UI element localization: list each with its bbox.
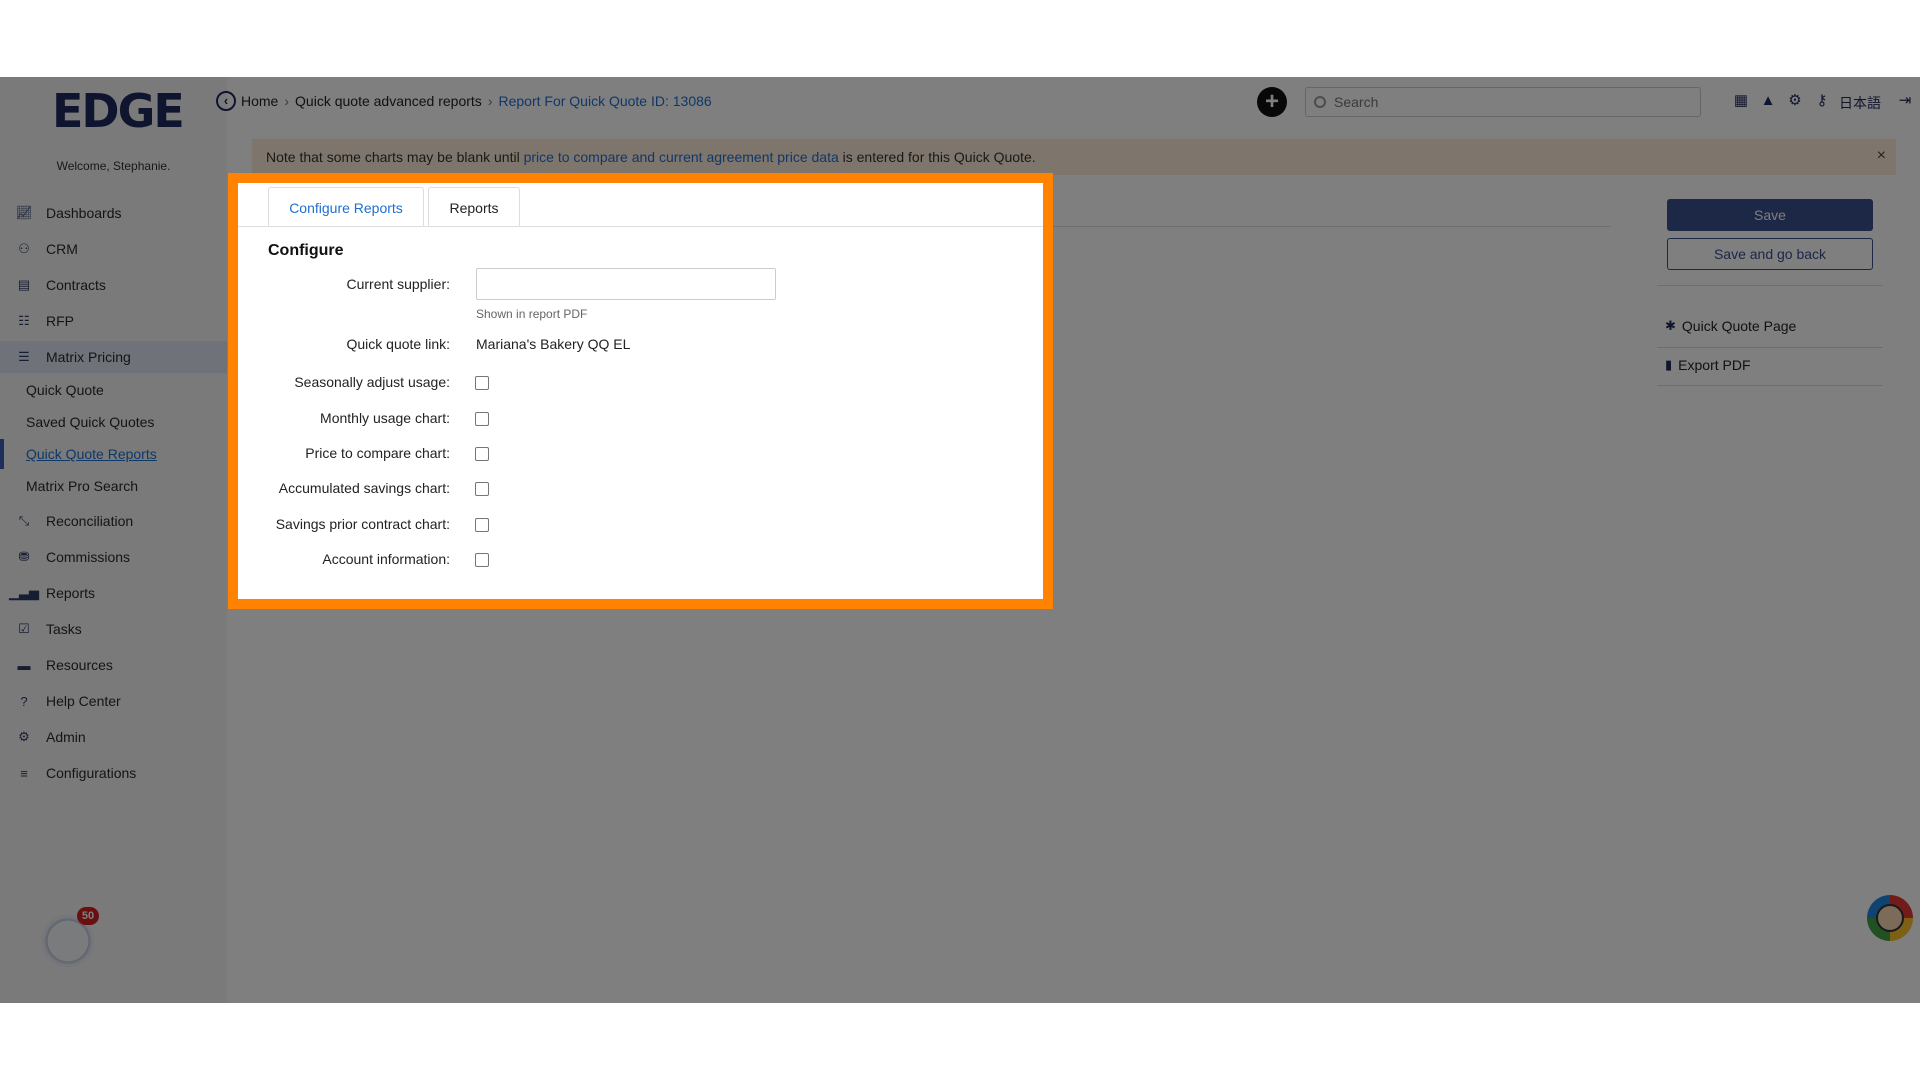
accumulated-savings-chart-checkbox[interactable] xyxy=(475,482,489,496)
tab-reports[interactable]: Reports xyxy=(428,187,520,227)
monthly-usage-chart-checkbox[interactable] xyxy=(475,412,489,426)
account-information-label: Account information: xyxy=(322,551,450,567)
account-information-checkbox[interactable] xyxy=(475,553,489,567)
accumulated-savings-chart-label: Accumulated savings chart: xyxy=(278,480,450,496)
savings-prior-contract-chart-label: Savings prior contract chart: xyxy=(275,516,450,532)
seasonally-adjust-usage-label: Seasonally adjust usage: xyxy=(294,374,450,390)
seasonally-adjust-usage-checkbox[interactable] xyxy=(475,376,489,390)
price-to-compare-chart-checkbox[interactable] xyxy=(475,447,489,461)
app-screen: EDGE Welcome, Stephanie. 📈︎ Dashboards ⚇… xyxy=(0,77,1920,1003)
section-title: Configure xyxy=(268,242,344,259)
current-supplier-label: Current supplier: xyxy=(346,276,451,292)
quick-quote-link-value: Mariana's Bakery QQ EL xyxy=(476,336,631,352)
current-supplier-input[interactable] xyxy=(476,268,776,300)
configure-panel: Configure Reports Reports Configure Curr… xyxy=(0,77,1920,1003)
savings-prior-contract-chart-checkbox[interactable] xyxy=(475,518,489,532)
current-supplier-help: Shown in report PDF xyxy=(476,307,588,321)
quick-quote-link-label: Quick quote link: xyxy=(346,336,451,352)
monthly-usage-chart-label: Monthly usage chart: xyxy=(320,410,450,426)
tab-configure-reports[interactable]: Configure Reports xyxy=(268,187,424,227)
tabs-divider xyxy=(238,226,1043,227)
price-to-compare-chart-label: Price to compare chart: xyxy=(305,445,450,461)
